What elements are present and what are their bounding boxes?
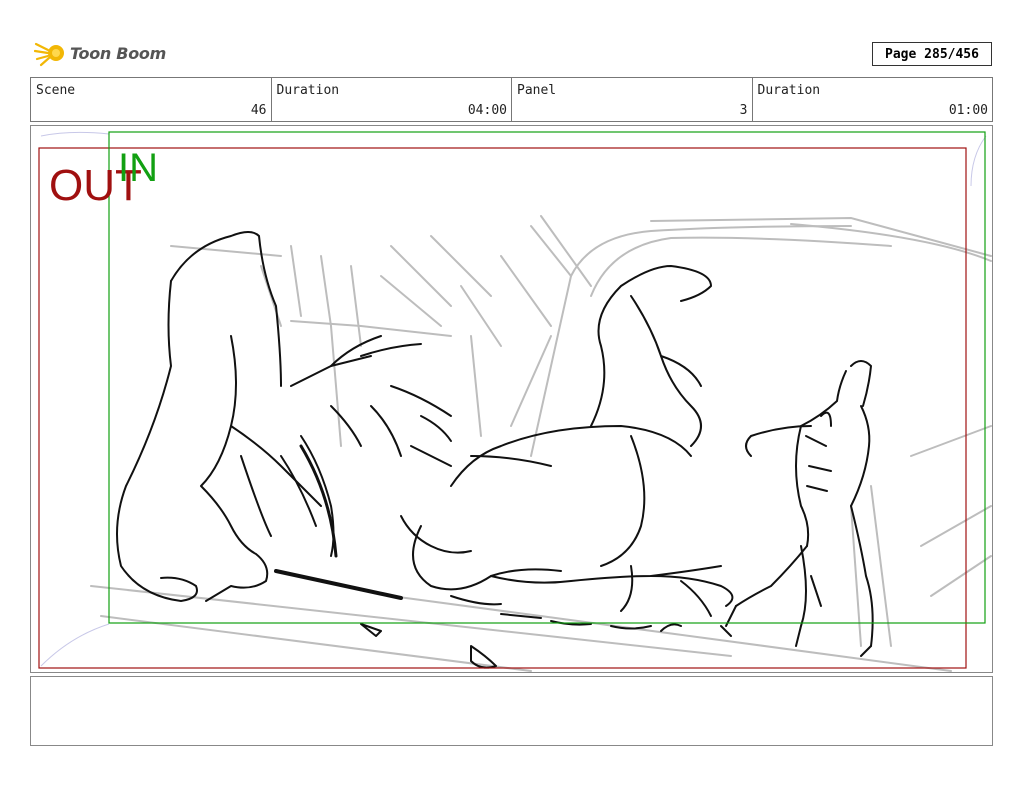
panel-cell: Panel 3	[512, 78, 753, 121]
in-label: IN	[118, 146, 158, 190]
comet-icon	[34, 42, 64, 67]
scene-value: 46	[250, 103, 267, 118]
scene-label: Scene	[36, 83, 76, 98]
page-counter: Page 285/456	[872, 42, 992, 66]
logo-text: Toon Boom	[70, 43, 166, 63]
scene-duration-label: Duration	[276, 83, 340, 98]
scene-duration-cell: Duration 04:00	[272, 78, 512, 121]
scene-info-table: Scene 46 Duration 04:00 Panel 3 Duration…	[30, 77, 993, 122]
panel-duration-value: 01:00	[948, 103, 988, 118]
panel-label: Panel	[517, 83, 557, 98]
panel-value: 3	[739, 103, 748, 118]
scene-cell: Scene 46	[31, 78, 272, 121]
panel-duration-label: Duration	[757, 83, 821, 98]
storyboard-sketch	[38, 131, 992, 672]
panel-notes	[30, 676, 993, 746]
scene-duration-value: 04:00	[467, 103, 507, 118]
panel-duration-cell: Duration 01:00	[753, 78, 993, 121]
toon-boom-logo: Toon Boom	[34, 38, 166, 68]
storyboard-panel: OUT IN	[30, 125, 993, 673]
